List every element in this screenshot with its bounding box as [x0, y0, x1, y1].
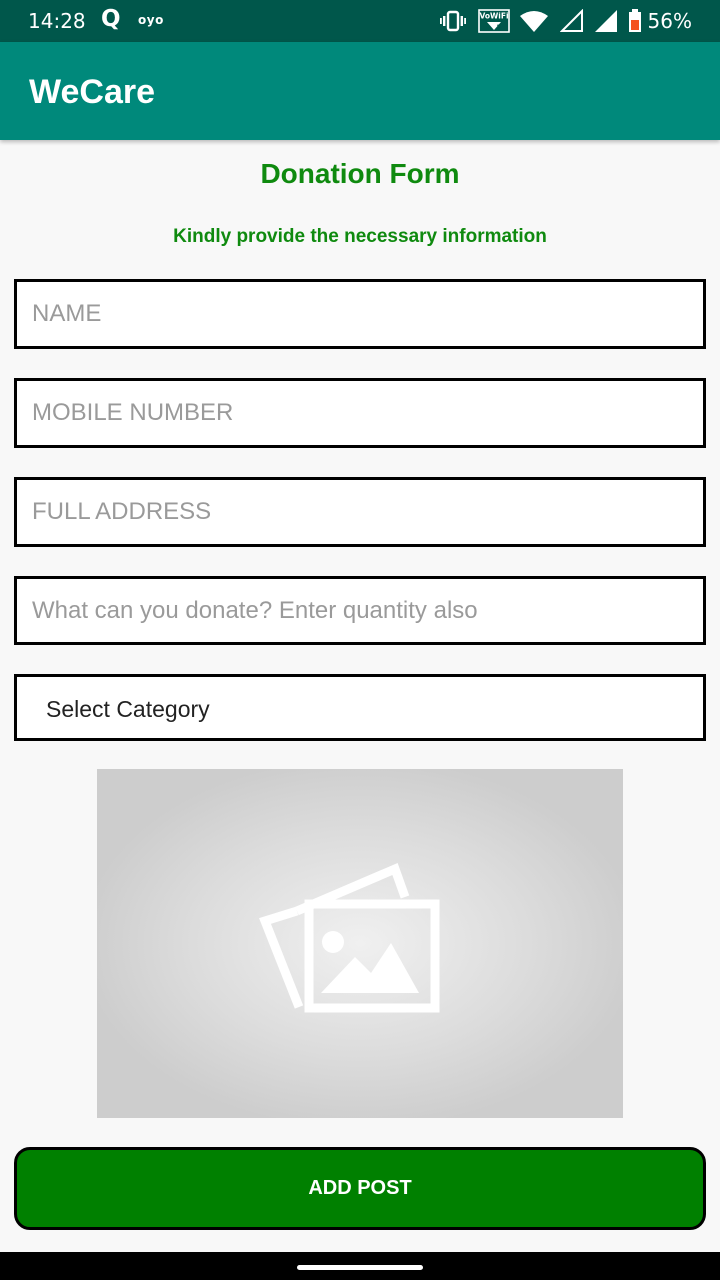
vowifi-icon: VoWiFi 2 — [477, 9, 510, 33]
category-select-value: Select Category — [46, 696, 210, 722]
signal-full-icon — [594, 10, 617, 32]
form-title: Donation Form — [260, 158, 460, 189]
add-post-button[interactable]: ADD POST — [14, 1147, 706, 1230]
app-title: WeCare — [29, 73, 155, 111]
donation-image-picker[interactable] — [97, 769, 623, 1118]
name-input[interactable] — [14, 279, 706, 349]
form-subtitle: Kindly provide the necessary information — [173, 226, 547, 247]
status-bar: 14:28 Q oyo VoWiFi 2 56% — [0, 0, 720, 42]
wifi-icon — [519, 11, 548, 32]
app-bar: WeCare — [0, 42, 720, 140]
home-gesture-handle[interactable] — [297, 1265, 423, 1270]
oyo-app-icon: oyo — [138, 13, 164, 27]
vibrate-icon — [439, 10, 466, 32]
full-address-input[interactable] — [14, 477, 706, 547]
status-time: 14:28 — [28, 9, 86, 33]
navigation-bar — [0, 1252, 720, 1280]
vowifi-sim-number: 2 — [496, 24, 501, 32]
battery-percent: 56% — [647, 9, 692, 33]
mobile-number-input[interactable] — [14, 378, 706, 448]
q-app-icon: Q — [101, 6, 121, 32]
vowifi-label: VoWiFi — [479, 12, 508, 21]
image-placeholder-icon — [259, 862, 440, 1013]
signal-empty-icon — [559, 9, 583, 32]
status-icons: VoWiFi 2 56% — [439, 9, 692, 33]
category-select[interactable]: Select Category — [14, 674, 706, 741]
battery-icon — [628, 9, 641, 32]
donation-description-input[interactable] — [14, 576, 706, 645]
